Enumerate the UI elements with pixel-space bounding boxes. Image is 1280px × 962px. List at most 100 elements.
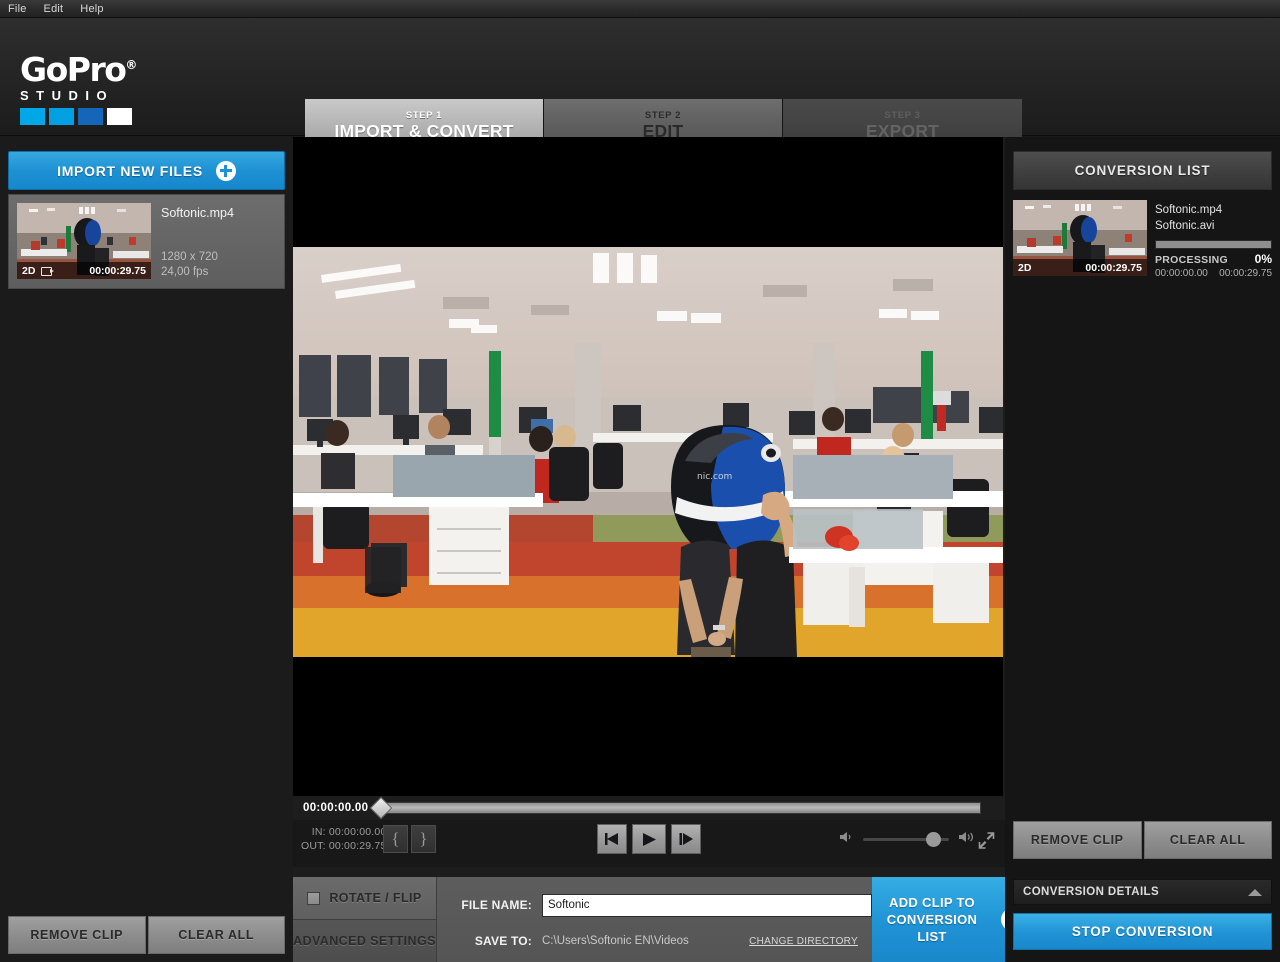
save-to-path: C:\Users\Softonic EN\Videos (542, 935, 689, 947)
conversion-list-actions: REMOVE CLIP CLEAR ALL (1013, 821, 1272, 859)
gopro-studio-logo: GoPro® STUDIO (20, 48, 190, 125)
transport-controls: IN: 00:00:00.00 OUT: 00:00:29.75 { } (293, 820, 1005, 867)
timeline-track[interactable] (369, 796, 981, 820)
clip-framerate: 24,00 fps (161, 266, 209, 278)
rotate-flip-button[interactable]: ROTATE / FLIP (293, 877, 436, 920)
conversion-total: 00:00:29.75 (1219, 268, 1272, 279)
list-item[interactable]: 2D 00:00:29.75 Softonic.mp4 Softonic.avi… (1013, 194, 1272, 285)
clear-all-button-left[interactable]: CLEAR ALL (147, 916, 285, 954)
menu-item-file[interactable]: File (8, 3, 27, 15)
conversion-target-file: Softonic.avi (1155, 220, 1215, 232)
swatch-2 (49, 108, 74, 125)
in-point-label: IN: 00:00:00.00 (311, 826, 387, 838)
main-body: IMPORT NEW FILES 2D 00:00:29.75 Softonic… (0, 137, 1280, 962)
next-frame-button[interactable] (671, 824, 701, 854)
conversion-metadata: Softonic.mp4 Softonic.avi PROCESSING 0% … (1155, 200, 1272, 279)
import-new-files-button[interactable]: IMPORT NEW FILES (8, 151, 285, 190)
clip-thumbnail: 2D 00:00:29.75 (17, 203, 151, 279)
plus-icon (215, 160, 236, 181)
clip-filename: Softonic.mp4 (161, 206, 234, 220)
import-new-files-label: IMPORT NEW FILES (57, 162, 203, 179)
clip-badge: 2D 00:00:29.75 (17, 262, 151, 279)
clip-dimension-badge: 2D (22, 264, 36, 277)
play-button[interactable] (632, 824, 666, 854)
in-out-points: IN: 00:00:00.00 OUT: 00:00:29.75 (301, 825, 387, 853)
save-to-row: SAVE TO: C:\Users\Softonic EN\Videos CHA… (447, 927, 872, 955)
brand-swatches (20, 108, 190, 125)
clear-all-button-right[interactable]: CLEAR ALL (1143, 821, 1272, 859)
volume-max-icon[interactable] (958, 830, 975, 848)
add-clip-to-conversion-list-button[interactable]: ADD CLIP TO CONVERSION LIST (872, 877, 1024, 962)
camera-icon (41, 266, 55, 276)
conversion-dimension-badge: 2D (1018, 261, 1032, 274)
clip-metadata: Softonic.mp4 1280 x 720 24,00 fps (161, 203, 276, 280)
list-item[interactable]: 2D 00:00:29.75 Softonic.mp4 1280 x 720 2… (8, 194, 285, 289)
swatch-3 (78, 108, 103, 125)
conversion-thumbnail: 2D 00:00:29.75 (1013, 200, 1147, 276)
conversion-list-panel: CONVERSION LIST 2D 00:00:29.75 Softonic.… (1005, 137, 1280, 962)
clip-resolution: 1280 x 720 (161, 251, 218, 263)
file-name-input[interactable] (542, 893, 872, 917)
menu-bar: File Edit Help (0, 0, 1280, 18)
conversion-times: 00:00:00.00 00:00:29.75 (1155, 268, 1272, 279)
file-name-label: FILE NAME: (461, 898, 532, 912)
volume-slider[interactable] (863, 831, 949, 847)
remove-clip-button-right[interactable]: REMOVE CLIP (1013, 821, 1142, 859)
conversion-elapsed: 00:00:00.00 (1155, 268, 1208, 279)
preview-panel: nic.com 00:00:00.00 IN: 00:00:00.00 OUT:… (293, 137, 1024, 962)
swatch-4 (107, 108, 132, 125)
conversion-percent: 0% (1254, 252, 1272, 266)
advanced-settings-button[interactable]: ADVANCED SETTINGS (293, 920, 436, 962)
change-directory-link[interactable]: CHANGE DIRECTORY (749, 936, 858, 947)
conversion-duration: 00:00:29.75 (1085, 261, 1142, 274)
volume-control (839, 830, 975, 848)
video-viewer[interactable]: nic.com (293, 137, 1003, 796)
out-point-label: OUT: 00:00:29.75 (301, 840, 387, 852)
svg-text:nic.com: nic.com (697, 472, 732, 482)
stop-conversion-button[interactable]: STOP CONVERSION (1013, 913, 1272, 950)
rotate-flip-label: ROTATE / FLIP (329, 891, 422, 905)
conversion-details-toggle[interactable]: CONVERSION DETAILS (1013, 879, 1272, 905)
conversion-progress-bar (1155, 240, 1272, 249)
volume-slider-knob[interactable] (926, 831, 941, 847)
playback-buttons (597, 824, 701, 854)
brand-name: GoPro® (20, 50, 138, 89)
chevron-up-icon (1248, 888, 1262, 896)
step-1-number: STEP 1 (405, 109, 443, 121)
save-to-label: SAVE TO: (474, 934, 532, 948)
volume-mute-icon[interactable] (839, 830, 854, 848)
menu-item-edit[interactable]: Edit (44, 3, 64, 15)
conversion-source-file: Softonic.mp4 (1155, 204, 1223, 216)
form-fields: FILE NAME: SAVE TO: C:\Users\Softonic EN… (437, 877, 872, 962)
clip-list: 2D 00:00:29.75 Softonic.mp4 1280 x 720 2… (8, 194, 285, 904)
trim-buttons: { } (383, 825, 436, 853)
step-2-number: STEP 2 (644, 109, 682, 121)
add-clip-label: ADD CLIP TO CONVERSION LIST (886, 895, 978, 944)
conversion-status-row: PROCESSING 0% (1155, 252, 1272, 266)
fullscreen-icon[interactable] (978, 832, 995, 849)
menu-item-help[interactable]: Help (80, 3, 103, 15)
file-name-row: FILE NAME: (447, 891, 872, 919)
timeline-bar: 00:00:00.00 (293, 796, 1005, 820)
remove-clip-button-left[interactable]: REMOVE CLIP (8, 916, 146, 954)
step-3-number: STEP 3 (884, 109, 921, 121)
timeline-playhead[interactable] (369, 796, 393, 820)
conversion-badge: 2D 00:00:29.75 (1013, 259, 1147, 276)
set-out-point-button[interactable]: } (411, 825, 436, 853)
conversion-status: PROCESSING (1155, 254, 1229, 266)
conversion-list-title: CONVERSION LIST (1013, 151, 1272, 190)
swatch-1 (20, 108, 45, 125)
previous-frame-button[interactable] (597, 824, 627, 854)
conversion-items: 2D 00:00:29.75 Softonic.mp4 Softonic.avi… (1013, 194, 1272, 285)
brand-sub: STUDIO (20, 88, 115, 103)
set-in-point-button[interactable]: { (383, 825, 408, 853)
clip-option-buttons: ROTATE / FLIP ADVANCED SETTINGS (293, 877, 437, 962)
video-frame: nic.com (293, 247, 1003, 657)
gopro-studio-window: File Edit Help GoPro® STUDIO STEP 1 IMPO… (0, 0, 1280, 962)
app-header: GoPro® STUDIO STEP 1 IMPORT & CONVERT ST… (0, 18, 1280, 167)
current-timecode: 00:00:00.00 (303, 802, 369, 814)
media-bin-actions: REMOVE CLIP CLEAR ALL (0, 916, 293, 962)
clip-duration: 00:00:29.75 (89, 264, 146, 277)
conversion-settings-form: ROTATE / FLIP ADVANCED SETTINGS FILE NAM… (293, 877, 1024, 962)
rotate-flip-checkbox[interactable] (307, 891, 321, 905)
